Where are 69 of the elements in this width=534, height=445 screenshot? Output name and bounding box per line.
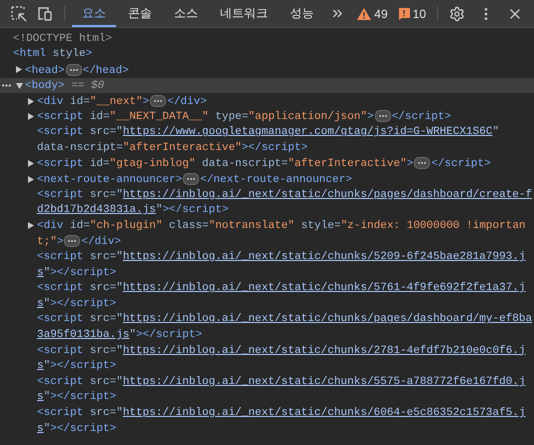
ellipsis-icon [154, 100, 162, 102]
code-line: <script id="gtag-inblog" data-nscript="afterInteractive"> </script> [0, 156, 534, 172]
panel-tab[interactable]: 요소 [72, 0, 116, 27]
code-line-continuation: t;"> </div> [36, 234, 122, 250]
link[interactable]: 3a95f0131ba.js [37, 329, 130, 342]
code-line: <html style> [12, 47, 94, 62]
expand-arrow-icon[interactable] [28, 160, 34, 168]
link[interactable]: s [37, 298, 44, 310]
code-line-continuation: s"></script> [36, 266, 118, 280]
ellipsis-icon [187, 178, 196, 180]
link[interactable]: https://inblog.ai/_next/static/chunks/5209-6f245bae281a7993.j [122, 251, 526, 264]
link[interactable]: s [37, 391, 44, 404]
expand-arrow-icon[interactable] [28, 98, 34, 105]
code-line-continuation: s"></script> [36, 296, 118, 312]
code-line-continuation: data-nscript="afterInteractive"></script> [36, 140, 309, 156]
code-line: <script src="https://inblog.ai/_next/static/chunks/pages/dashboard/my-ef8ba [36, 312, 534, 328]
expand-arrow-icon[interactable] [28, 222, 34, 230]
panel-tab[interactable]: 콘솔 [118, 0, 162, 27]
link[interactable]: d2bd17b2d43831a.js [37, 204, 156, 216]
expand-arrow-icon[interactable] [16, 66, 22, 74]
code-line-continuation: s"></script> [36, 359, 118, 374]
code-line-continuation: s"></script> [36, 422, 118, 436]
code-line: <head> </head> [0, 62, 534, 78]
more-dots-icon[interactable] [2, 84, 11, 88]
code-line: <div id="ch-plugin" class="notranslate" style="z-index: 10000000 !importan [0, 218, 534, 234]
code-line-continuation: 3a95f0131ba.js"></script> [36, 328, 204, 343]
panel-tab[interactable]: 성능 [280, 0, 324, 27]
ellipsis-button[interactable] [183, 172, 200, 185]
panel-tab[interactable]: 네트워크 [210, 0, 278, 27]
code-line: <next-route-announcer> </next-route-announcer> [0, 171, 534, 187]
warning-counter[interactable]: 49 [352, 0, 393, 27]
link[interactable]: s [37, 422, 44, 435]
code-line-continuation: s"></script> [36, 390, 118, 406]
ellipsis-icon [68, 240, 76, 242]
link[interactable]: s [37, 360, 44, 372]
ellipsis-button[interactable] [66, 64, 82, 76]
link[interactable]: https://inblog.ai/_next/static/chunks/pages/dashboard/my-ef8ba [122, 313, 532, 326]
ellipsis-button[interactable] [64, 235, 80, 248]
ellipsis-button[interactable] [150, 94, 166, 107]
code-line: <script id="__NEXT_DATA__" type="application/json"> </script> [0, 108, 534, 125]
link[interactable]: https://inblog.ai/_next/static/chunks/pages/dashboard/create-f [122, 188, 532, 201]
code-line: <script src="https://inblog.ai/_next/static/chunks/5575-a788772f6e167fd0.j [36, 374, 526, 390]
code-line: <script src="https://inblog.ai/_next/static/chunks/6064-e5c86352c1573af5.j [36, 406, 526, 421]
code-line: <div id="__next"> </div> [0, 93, 534, 109]
code-line: <script src="https://inblog.ai/_next/static/chunks/5761-4f9fe692f2fe1a37.j [36, 281, 526, 296]
collapse-arrow-icon[interactable] [16, 82, 23, 89]
expand-arrow-icon[interactable] [28, 113, 34, 120]
code-line-continuation: d2bd17b2d43831a.js"></script> [36, 203, 230, 218]
code-line: <script src="https://inblog.ai/_next/static/chunks/2781-4efdf7b210e0c0f6.j [36, 344, 526, 358]
code-line: <script src="https://inblog.ai/_next/static/chunks/pages/dashboard/create-f [36, 188, 534, 203]
link[interactable]: https://inblog.ai/_next/static/chunks/6064-e5c86352c1573af5.j [122, 407, 526, 420]
link[interactable]: https://inblog.ai/_next/static/chunks/2781-4efdf7b210e0c0f6.j [122, 344, 526, 357]
code-line: <script src="https://www.googletagmanager.com/gtag/js?id=G-WRHECX1S6C" [36, 125, 500, 140]
ellipsis-button[interactable] [374, 110, 391, 122]
ellipsis-icon [378, 115, 387, 118]
link[interactable]: s [37, 266, 44, 279]
link[interactable]: https://inblog.ai/_next/static/chunks/5575-a788772f6e167fd0.j [122, 376, 526, 388]
warning-icon [357, 8, 372, 20]
link[interactable]: https://www.googletagmanager.com/gtag/js?id=G-WRHECX1S6C [122, 126, 492, 138]
expand-arrow-icon[interactable] [28, 176, 34, 183]
panel-tab[interactable]: 소스 [164, 0, 208, 27]
ellipsis-icon [70, 68, 78, 71]
code-line: <script src="https://inblog.ai/_next/static/chunks/5209-6f245bae281a7993.j [36, 250, 526, 265]
code-line: <!DOCTYPE html> [12, 32, 114, 47]
ellipsis-icon [418, 162, 426, 164]
issue-icon [398, 8, 410, 20]
ellipsis-button[interactable] [414, 157, 430, 170]
issue-counter[interactable]: 10 [392, 0, 431, 27]
link[interactable]: https://inblog.ai/_next/static/chunks/5761-4f9fe692f2fe1a37.j [122, 282, 526, 294]
